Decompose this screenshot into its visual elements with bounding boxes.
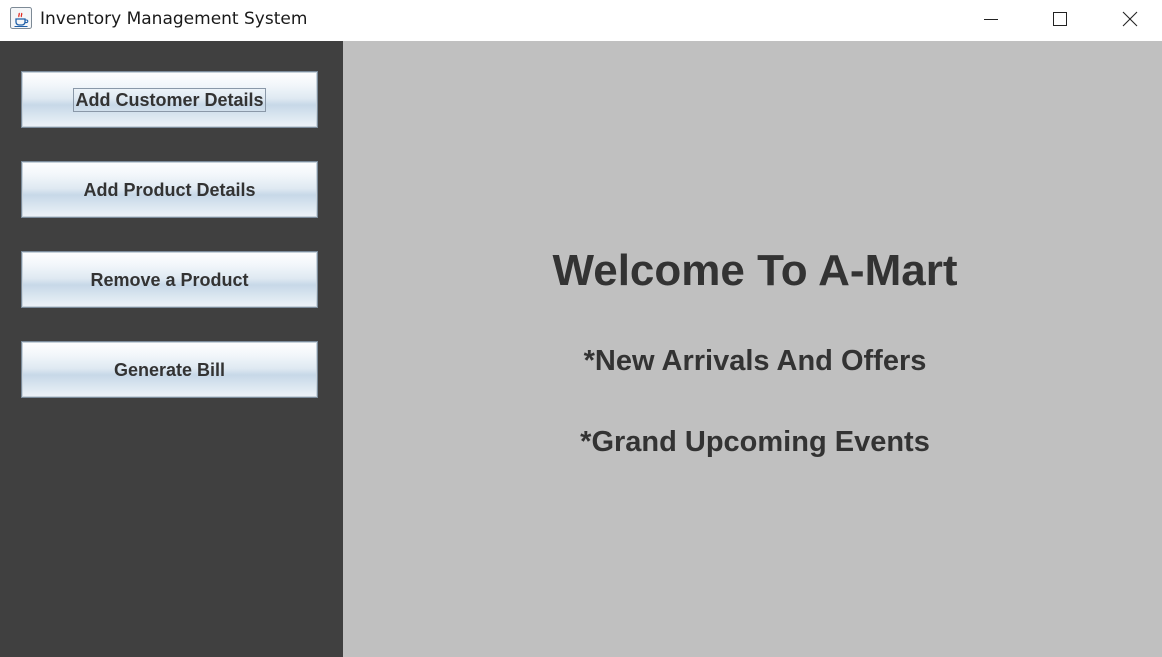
upcoming-events-text: *Grand Upcoming Events bbox=[580, 426, 930, 458]
minimize-icon bbox=[984, 19, 998, 20]
maximize-button[interactable] bbox=[1037, 0, 1083, 38]
add-customer-details-label: Add Customer Details bbox=[73, 87, 266, 112]
add-customer-details-button[interactable]: Add Customer Details bbox=[21, 71, 318, 128]
title-bar[interactable]: Inventory Management System bbox=[0, 0, 1162, 41]
add-product-details-label: Add Product Details bbox=[83, 179, 256, 200]
generate-bill-label: Generate Bill bbox=[113, 359, 226, 380]
new-arrivals-text: *New Arrivals And Offers bbox=[583, 345, 927, 377]
main-panel: Welcome To A-Mart *New Arrivals And Offe… bbox=[343, 41, 1162, 657]
add-product-details-button[interactable]: Add Product Details bbox=[21, 161, 318, 218]
generate-bill-button[interactable]: Generate Bill bbox=[21, 341, 318, 398]
close-icon bbox=[1122, 11, 1138, 27]
welcome-heading: Welcome To A-Mart bbox=[552, 246, 958, 295]
remove-product-button[interactable]: Remove a Product bbox=[21, 251, 318, 308]
remove-product-label: Remove a Product bbox=[90, 269, 249, 290]
window-title: Inventory Management System bbox=[40, 9, 308, 29]
maximize-icon bbox=[1053, 12, 1067, 26]
sidebar: Add Customer Details Add Product Details… bbox=[0, 41, 343, 657]
minimize-button[interactable] bbox=[968, 0, 1014, 38]
java-coffee-icon bbox=[10, 7, 32, 29]
close-button[interactable] bbox=[1107, 0, 1153, 38]
app-window: Inventory Management System Add Customer… bbox=[0, 0, 1162, 657]
